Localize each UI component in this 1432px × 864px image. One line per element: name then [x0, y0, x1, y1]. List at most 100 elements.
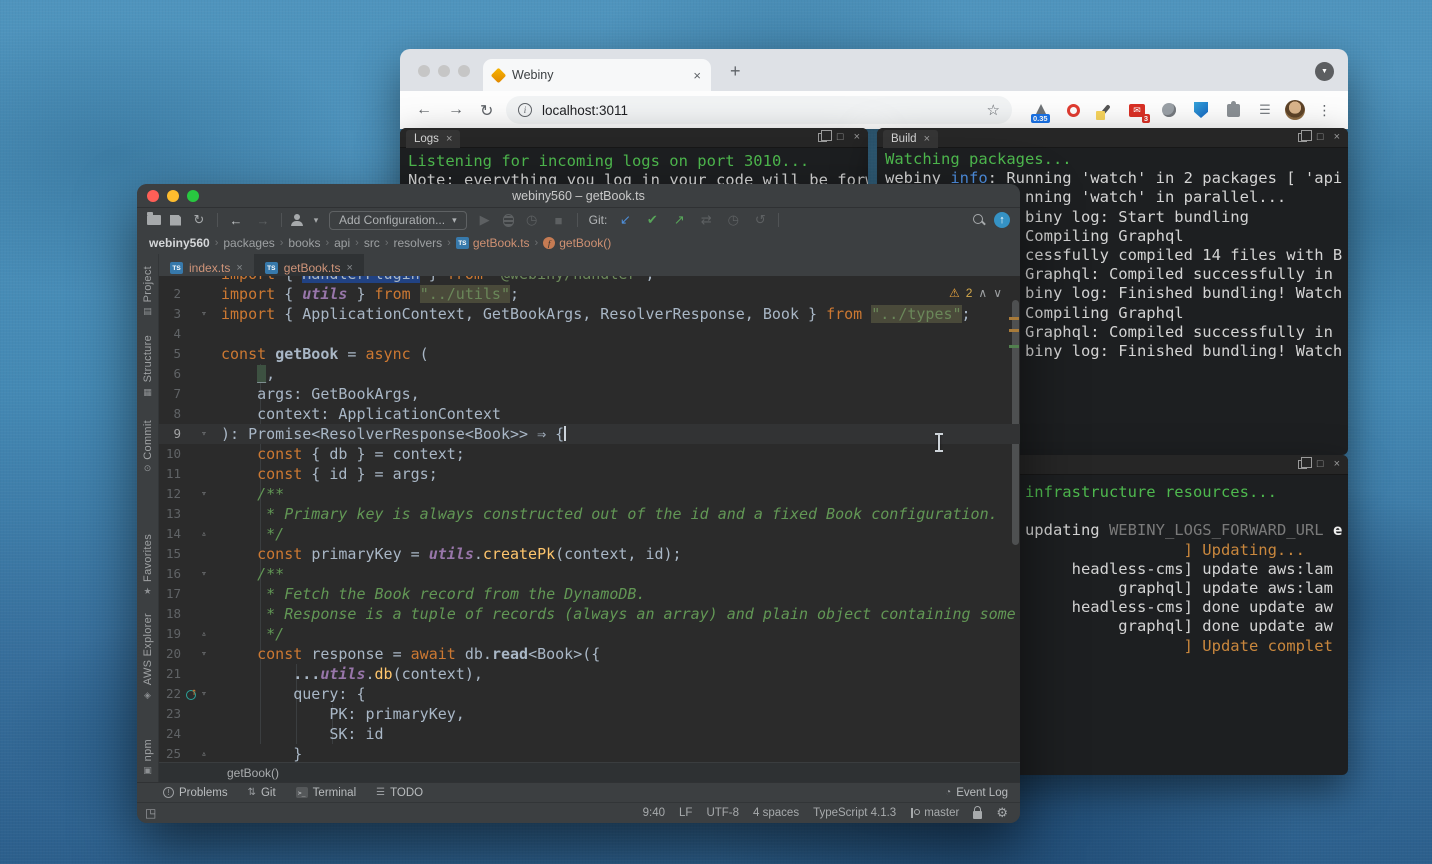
line-number[interactable]: 14 — [159, 524, 185, 544]
open-folder-icon[interactable] — [147, 215, 161, 225]
browser-tab[interactable]: Webiny × — [483, 59, 711, 91]
git-push-icon[interactable]: ↗ — [670, 212, 688, 228]
extension-session-icon[interactable] — [1158, 99, 1180, 121]
forward-icon[interactable]: → — [448, 101, 464, 119]
line-ending[interactable]: LF — [679, 807, 692, 819]
sidebar-item-commit[interactable]: Commit ⊙ — [142, 420, 154, 475]
breadcrumb-item[interactable]: books — [288, 236, 320, 250]
browser-menu-button[interactable]: ▼ — [1315, 62, 1334, 81]
toolwindow-toggle-icon[interactable]: ◳ — [145, 806, 156, 820]
toolwindow-git[interactable]: ⇅ Git — [248, 787, 276, 799]
code-line[interactable]: 17 * Fetch the Book record from the Dyna… — [159, 584, 1020, 604]
code-line[interactable]: 3▿import { ApplicationContext, GetBookAr… — [159, 304, 1020, 324]
line-number[interactable]: 16 — [159, 564, 185, 584]
close-icon[interactable]: × — [854, 131, 860, 143]
extension-wappalyzer-icon[interactable]: 0.35 — [1030, 99, 1052, 121]
code-line[interactable]: 11 const { id } = args; — [159, 464, 1020, 484]
file-encoding[interactable]: UTF-8 — [706, 807, 739, 819]
line-number[interactable]: 7 — [159, 384, 185, 404]
extension-ring-icon[interactable] — [1062, 99, 1084, 121]
line-number[interactable]: 5 — [159, 344, 185, 364]
line-number[interactable]: 11 — [159, 464, 185, 484]
code-line[interactable]: 20▿ const response = await db.read<Book>… — [159, 644, 1020, 664]
history-icon[interactable]: ◷ — [724, 212, 742, 228]
navigate-back-icon[interactable]: ← — [227, 213, 245, 228]
toolwindow-terminal[interactable]: >_ Terminal — [296, 787, 356, 799]
code-line[interactable]: 6 _, — [159, 364, 1020, 384]
fold-marker-icon[interactable]: ▿ — [197, 684, 211, 704]
code-line[interactable]: 14▵ */ — [159, 524, 1020, 544]
git-update-icon[interactable]: ↙ — [616, 212, 634, 228]
maximize-icon[interactable]: □ — [837, 131, 844, 143]
lock-icon[interactable] — [973, 811, 982, 819]
fold-marker-icon[interactable]: ▵ — [197, 744, 211, 762]
code-line[interactable]: 8 context: ApplicationContext — [159, 404, 1020, 424]
site-info-icon[interactable]: i — [518, 103, 532, 117]
float-window-icon[interactable] — [818, 133, 827, 142]
code-line[interactable]: 25▵ } — [159, 744, 1020, 762]
line-number[interactable]: 3 — [159, 304, 185, 324]
stop-icon[interactable]: ■ — [550, 213, 568, 228]
fold-marker-icon[interactable]: ▵ — [197, 624, 211, 644]
ide-close-button[interactable] — [147, 190, 159, 202]
url-text[interactable]: localhost:3011 — [542, 103, 977, 118]
code-line[interactable]: 16▿ /** — [159, 564, 1020, 584]
sidebar-item-structure[interactable]: Structure ▦ — [142, 335, 154, 397]
toolwindow-todo[interactable]: ☰ TODO — [376, 787, 423, 799]
ide-zoom-button[interactable] — [187, 190, 199, 202]
tab-close-icon[interactable]: × — [693, 68, 701, 83]
git-commit-icon[interactable]: ✔ — [643, 212, 661, 228]
line-number[interactable]: 13 — [159, 504, 185, 524]
line-number[interactable]: 10 — [159, 444, 185, 464]
browser-overflow-menu[interactable]: ⋮ — [1314, 99, 1336, 121]
sync-icon[interactable]: ↻ — [190, 212, 208, 228]
sidebar-item-project[interactable]: Project ▤ — [142, 266, 154, 317]
build-tab-close-icon[interactable]: × — [924, 133, 930, 145]
indent-setting[interactable]: 4 spaces — [753, 807, 799, 819]
fold-marker-icon[interactable]: ▿ — [197, 644, 211, 664]
navigate-forward-icon[interactable]: → — [254, 213, 272, 228]
code-line[interactable]: 7 args: GetBookArgs, — [159, 384, 1020, 404]
code-line[interactable]: 10 const { db } = context; — [159, 444, 1020, 464]
logs-tab[interactable]: Logs × — [406, 130, 460, 148]
fold-marker-icon[interactable]: ▵ — [197, 524, 211, 544]
code-line[interactable]: 13 * Primary key is always constructed o… — [159, 504, 1020, 524]
breadcrumb-item[interactable]: src — [364, 236, 380, 250]
ide-titlebar[interactable]: webiny560 – getBook.ts — [137, 184, 1020, 208]
profile-avatar[interactable] — [1284, 99, 1306, 121]
gutter-recursion-icon[interactable] — [185, 684, 197, 704]
sidebar-item-npm[interactable]: npm ▣ — [142, 739, 154, 776]
code-line[interactable]: import { HandlerPlugin } from "@webiny/h… — [159, 276, 1020, 284]
breadcrumb-item[interactable]: webiny560 — [149, 236, 210, 250]
git-branch-widget[interactable]: master — [910, 807, 959, 819]
address-bar[interactable]: i localhost:3011 ☆ — [506, 96, 1012, 124]
run-icon[interactable]: ▶ — [476, 212, 494, 228]
code-line[interactable]: 22▿ query: { — [159, 684, 1020, 704]
toolwindow-event-log[interactable]: ◔ Event Log — [945, 787, 1008, 799]
code-line[interactable]: 15 const primaryKey = utils.createPk(con… — [159, 544, 1020, 564]
code-line[interactable]: 21 ...utils.db(context), — [159, 664, 1020, 684]
breadcrumb-item[interactable]: fgetBook() — [543, 236, 611, 250]
user-dropdown-icon[interactable]: ▾ — [312, 215, 320, 226]
ide-minimize-button[interactable] — [167, 190, 179, 202]
line-number[interactable]: 2 — [159, 284, 185, 304]
line-number[interactable] — [159, 276, 185, 284]
line-number[interactable]: 23 — [159, 704, 185, 724]
line-number[interactable]: 21 — [159, 664, 185, 684]
profiler-icon[interactable]: ◷ — [523, 212, 541, 228]
line-number[interactable]: 20 — [159, 644, 185, 664]
typescript-version[interactable]: TypeScript 4.1.3 — [813, 807, 896, 819]
extension-list-icon[interactable]: ☰ — [1254, 99, 1276, 121]
browser-zoom-button[interactable] — [458, 65, 470, 77]
tab-close-icon[interactable]: × — [236, 262, 242, 274]
git-compare-icon[interactable]: ⇄ — [697, 212, 715, 228]
code-editor[interactable]: import { HandlerPlugin } from "@webiny/h… — [159, 276, 1020, 762]
extension-colorpicker-icon[interactable] — [1094, 99, 1116, 121]
line-number[interactable]: 24 — [159, 724, 185, 744]
line-number[interactable]: 6 — [159, 364, 185, 384]
ide-update-icon[interactable]: ↑ — [994, 212, 1010, 228]
browser-close-button[interactable] — [418, 65, 430, 77]
fold-marker-icon[interactable]: ▿ — [197, 564, 211, 584]
line-number[interactable]: 22 — [159, 684, 185, 704]
sidebar-item-favorites[interactable]: Favorites ★ — [142, 534, 154, 597]
